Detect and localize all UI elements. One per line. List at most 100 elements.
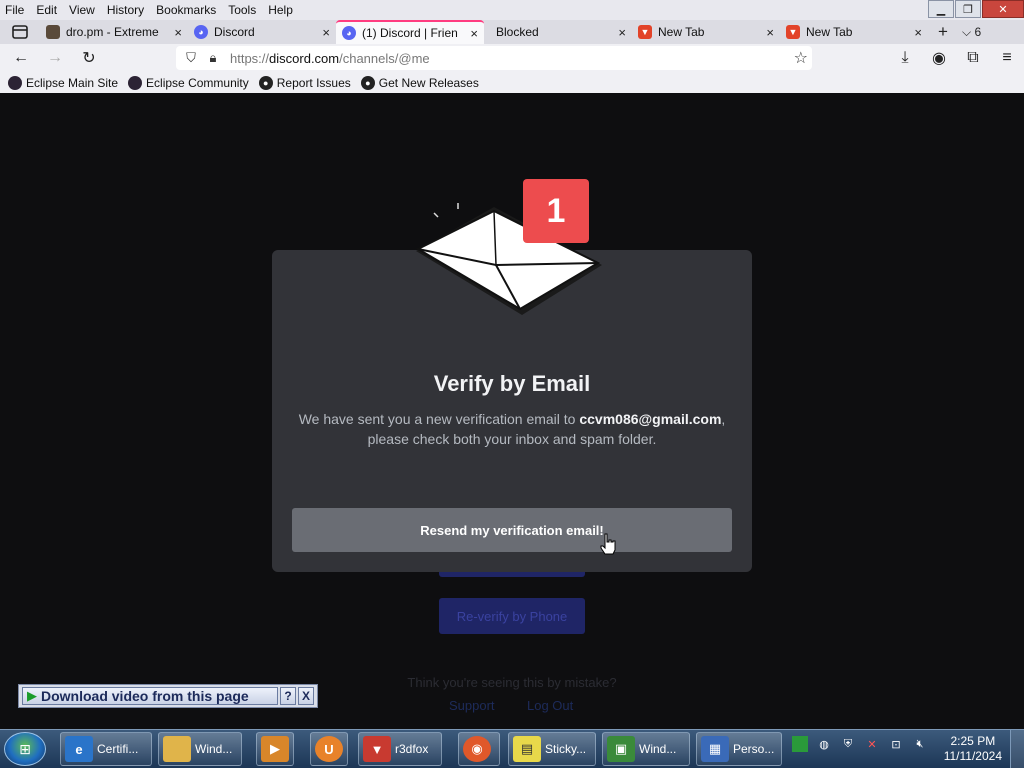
app-menu-button[interactable]: ≡: [990, 44, 1024, 72]
bookmark-report-issues[interactable]: ● Report Issues: [258, 75, 351, 90]
download-close-button[interactable]: X: [298, 687, 314, 705]
download-help-button[interactable]: ?: [280, 687, 296, 705]
menu-view[interactable]: View: [63, 3, 101, 17]
tab-label: dro.pm - Extreme: [66, 25, 159, 39]
bookmark-get-new-releases[interactable]: ● Get New Releases: [360, 75, 479, 90]
lock-icon[interactable]: 🔒︎: [202, 50, 224, 66]
modal-description: We have sent you a new verification emai…: [298, 411, 726, 447]
bookmark-star-icon[interactable]: ☆: [794, 48, 808, 68]
tab-discord-friends[interactable]: ◕ (1) Discord | Frien ×: [336, 20, 484, 44]
tab-bar: dro.pm - Extreme × ◕ Discord × ◕ (1) Dis…: [0, 20, 1024, 44]
taskbar-label: Perso...: [733, 742, 775, 756]
tray-green-icon[interactable]: [792, 736, 808, 752]
back-button[interactable]: ←: [4, 44, 38, 72]
tab-close-icon[interactable]: ×: [766, 25, 774, 40]
tab-close-icon[interactable]: ×: [322, 25, 330, 40]
bookmark-label: Report Issues: [276, 75, 351, 90]
puzzle-icon: ⧉: [967, 49, 979, 66]
email-address: ccvm086@gmail.com: [579, 411, 722, 427]
downloads-button[interactable]: ⤓: [888, 44, 922, 72]
restore-button[interactable]: ❐: [955, 0, 981, 18]
taskbar-item-terminal[interactable]: ▣ Wind...: [602, 732, 690, 766]
menu-history[interactable]: History: [101, 3, 150, 17]
tab-label: New Tab: [806, 25, 853, 39]
taskbar-item-media[interactable]: ▶: [256, 732, 294, 766]
menu-file[interactable]: File: [0, 3, 30, 17]
arrow-left-icon: ←: [13, 49, 29, 66]
tray-volume-muted-icon[interactable]: 🔇︎: [912, 736, 928, 752]
download-video-button[interactable]: ▶ Download video from this page: [22, 687, 278, 705]
taskbar-item-personalize[interactable]: ▦ Perso...: [696, 732, 782, 766]
tab-close-icon[interactable]: ×: [618, 25, 626, 40]
tab-close-icon[interactable]: ×: [914, 25, 922, 40]
r3dfox-icon: ▼: [363, 736, 391, 762]
restore-icon: ❐: [963, 3, 973, 16]
account-icon: ◉: [932, 50, 946, 67]
menu-bookmarks[interactable]: Bookmarks: [150, 3, 222, 17]
taskbar-label: Sticky...: [545, 742, 587, 756]
shield-icon[interactable]: ⛉: [180, 50, 202, 66]
show-desktop-button[interactable]: [1010, 730, 1024, 768]
tab-list-icon: [12, 25, 28, 39]
tab-overflow-button[interactable]: ⌵ 6: [958, 25, 981, 40]
taskbar-item-explorer[interactable]: Wind...: [158, 732, 242, 766]
url-bar[interactable]: ⛉ 🔒︎ https://discord.com/channels/@me ☆: [176, 46, 812, 70]
taskbar-clock[interactable]: 2:25 PM 11/11/2024: [944, 734, 1002, 764]
eclipse-icon: [128, 75, 143, 90]
tab-discord[interactable]: ◕ Discord ×: [188, 20, 336, 44]
gitlab-fox-icon: ▼: [638, 25, 652, 39]
mistake-text: Think you're seeing this by mistake?: [407, 675, 617, 690]
navigation-bar: ← → ↻ ⛉ 🔒︎ https://discord.com/channels/…: [0, 44, 1024, 72]
tab-new-1[interactable]: ▼ New Tab ×: [632, 20, 780, 44]
explorer-folder-icon: [163, 736, 191, 762]
taskbar-item-uc[interactable]: U: [310, 732, 348, 766]
hand-cursor-icon: [600, 533, 616, 555]
gitlab-fox-icon: ▼: [786, 25, 800, 39]
taskbar: ⊞ e Certifi... Wind... ▶ U ▼ r3dfox ◉ ▤ …: [0, 729, 1024, 768]
system-tray: ◍ ⛨ ✕ ⊡ 🔇︎: [792, 736, 936, 752]
tab-dro[interactable]: dro.pm - Extreme ×: [40, 20, 188, 44]
taskbar-item-certificate[interactable]: e Certifi...: [60, 732, 152, 766]
close-window-button[interactable]: ✕: [982, 0, 1024, 18]
minimize-button[interactable]: ▁: [928, 0, 954, 18]
tab-new-2[interactable]: ▼ New Tab ×: [780, 20, 928, 44]
tab-label: New Tab: [658, 25, 705, 39]
download-icon: ⤓: [901, 49, 909, 66]
reload-icon: ↻: [82, 50, 96, 67]
taskbar-item-r3dfox[interactable]: ▼ r3dfox: [358, 732, 442, 766]
taskbar-item-firefox[interactable]: ◉: [458, 732, 500, 766]
taskbar-item-sticky[interactable]: ▤ Sticky...: [508, 732, 596, 766]
toolbar-right: ⤓ ◉ ⧉ ≡: [888, 44, 1024, 72]
reverify-phone-button[interactable]: Re-verify by Phone: [439, 598, 585, 634]
tray-security-icon[interactable]: ⛨: [840, 736, 856, 752]
close-icon: ✕: [998, 3, 1008, 16]
uc-browser-icon: U: [315, 736, 343, 762]
github-icon: ●: [258, 75, 273, 90]
tray-network-globe-icon[interactable]: ◍: [816, 736, 832, 752]
bookmark-eclipse-main[interactable]: Eclipse Main Site: [8, 75, 118, 90]
bookmark-eclipse-community[interactable]: Eclipse Community: [128, 75, 249, 90]
reload-button[interactable]: ↻: [72, 44, 106, 72]
logout-link[interactable]: Log Out: [527, 698, 573, 713]
menu-help[interactable]: Help: [262, 3, 299, 17]
support-link[interactable]: Support: [449, 698, 495, 713]
tab-close-icon[interactable]: ×: [174, 25, 182, 40]
account-button[interactable]: ◉: [922, 44, 956, 72]
tray-network-icon[interactable]: ⊡: [888, 736, 904, 752]
url-text[interactable]: https://discord.com/channels/@me: [230, 51, 430, 66]
tab-label: Discord: [214, 25, 255, 39]
tab-list-button[interactable]: [0, 20, 40, 44]
ie-icon: e: [65, 736, 93, 762]
resend-verification-button[interactable]: Resend my verification email!: [292, 508, 732, 552]
extensions-button[interactable]: ⧉: [956, 44, 990, 72]
discord-icon: ◕: [194, 25, 208, 39]
tray-warning-icon[interactable]: ✕: [864, 736, 880, 752]
start-button[interactable]: ⊞: [4, 732, 46, 766]
tab-close-icon[interactable]: ×: [470, 26, 478, 41]
menu-tools[interactable]: Tools: [222, 3, 262, 17]
minimize-icon: ▁: [936, 3, 946, 16]
tab-blocked[interactable]: Blocked ×: [484, 20, 632, 44]
menu-edit[interactable]: Edit: [30, 3, 63, 17]
forward-button[interactable]: →: [38, 44, 72, 72]
new-tab-button[interactable]: +: [928, 22, 958, 42]
